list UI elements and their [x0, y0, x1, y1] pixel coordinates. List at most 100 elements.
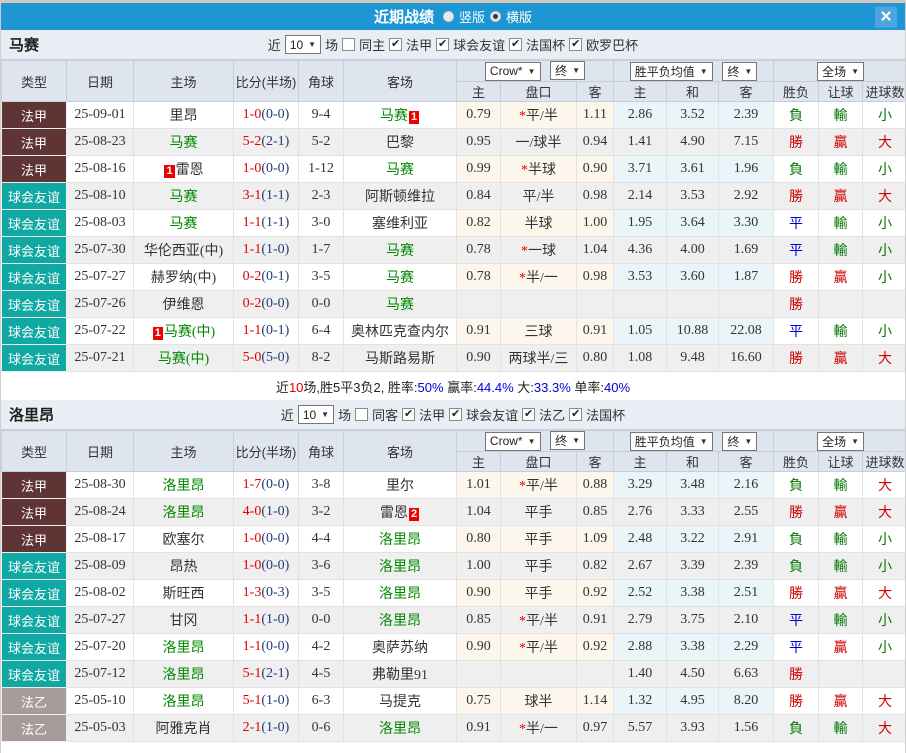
scope-dropdown[interactable]: 全场▼ — [817, 432, 864, 451]
team-label: 洛里昂 — [379, 587, 421, 602]
handicap-result-cell: 輸 — [819, 553, 863, 580]
home-odds-cell: 0.85 — [457, 607, 501, 634]
league-checkbox-label[interactable]: 球会友谊 — [466, 405, 518, 424]
summary-segment: 赢率: — [444, 380, 477, 395]
corner-cell: 4-2 — [299, 634, 344, 661]
table-row: 法甲25-08-23马赛5-2(2-1)5-2巴黎0.95一/球半0.941.4… — [2, 129, 906, 156]
corner-cell: 3-2 — [299, 499, 344, 526]
league-cell: 法甲 — [2, 129, 67, 156]
result-cell: 平 — [774, 210, 819, 237]
avg-lose-cell: 1.96 — [719, 156, 774, 183]
match-count-dropdown[interactable]: 10▼ — [298, 405, 334, 424]
home-team-cell: 马赛 — [134, 183, 234, 210]
odds-company-header: Crow*▼ 终▼ — [457, 431, 614, 452]
avg-draw-cell: 4.50 — [667, 661, 719, 688]
league-checkbox[interactable]: ✔ — [522, 408, 535, 421]
league-filters: ✔ 法甲 ✔ 球会友谊 ✔ 法国杯 ✔ 欧罗巴杯 — [389, 35, 638, 54]
score-cell: 4-0(1-0) — [234, 499, 299, 526]
table-row: 球会友谊25-07-221马赛(中)1-1(0-1)6-4奥林匹克查内尔0.91… — [2, 318, 906, 345]
league-checkbox[interactable]: ✔ — [389, 38, 402, 51]
team-label: 塞维利亚 — [372, 217, 428, 232]
col-header-corner: 角球 — [299, 61, 344, 102]
same-venue-label[interactable]: 同主 — [359, 35, 385, 54]
avg-win-cell: 1.95 — [614, 210, 667, 237]
date-cell: 25-07-30 — [67, 237, 134, 264]
league-checkbox-label[interactable]: 法乙 — [539, 405, 565, 424]
goals-result-cell — [863, 661, 906, 688]
vertical-layout-radio[interactable] — [443, 11, 454, 22]
league-checkbox[interactable]: ✔ — [509, 38, 522, 51]
home-odds-cell: 0.80 — [457, 526, 501, 553]
corner-cell: 6-3 — [299, 688, 344, 715]
average-odds-dropdown[interactable]: 胜平负均值▼ — [630, 62, 713, 81]
result-cell: 勝 — [774, 688, 819, 715]
same-venue-label[interactable]: 同客 — [372, 405, 398, 424]
away-team-cell: 马提克 — [344, 688, 457, 715]
odds-company-dropdown[interactable]: Crow*▼ — [485, 62, 541, 81]
odds-time-dropdown[interactable]: 终▼ — [550, 431, 585, 450]
team-label: 欧塞尔 — [163, 533, 205, 548]
summary-segment: 44.4% — [477, 380, 514, 395]
col-header-away: 客场 — [344, 431, 457, 472]
team-label: 阿斯顿维拉 — [365, 190, 435, 205]
table-row: 球会友谊25-08-09昂热1-0(0-0)3-6洛里昂1.00平手0.822.… — [2, 553, 906, 580]
league-cell: 球会友谊 — [2, 607, 67, 634]
away-team-cell: 阿斯顿维拉 — [344, 183, 457, 210]
league-checkbox-label[interactable]: 法国杯 — [526, 35, 565, 54]
league-checkbox-label[interactable]: 球会友谊 — [453, 35, 505, 54]
average-time-dropdown[interactable]: 终▼ — [722, 432, 757, 451]
team-label: 昂热 — [170, 560, 198, 575]
fulltime-score: 1-1 — [243, 215, 262, 230]
handicap-cell: 三球 — [501, 318, 577, 345]
league-checkbox[interactable]: ✔ — [449, 408, 462, 421]
average-time-dropdown[interactable]: 终▼ — [722, 62, 757, 81]
league-checkbox-label[interactable]: 法甲 — [419, 405, 445, 424]
score-cell: 1-0(0-0) — [234, 526, 299, 553]
handicap-result-cell: 贏 — [819, 580, 863, 607]
handicap-result-cell: 輸 — [819, 526, 863, 553]
sub-header-goals: 进球数 — [863, 452, 906, 472]
league-checkbox-label[interactable]: 法甲 — [406, 35, 432, 54]
result-cell: 平 — [774, 607, 819, 634]
team-label: 马赛(中) — [164, 325, 215, 340]
league-checkbox-label[interactable]: 法国杯 — [586, 405, 625, 424]
home-odds-cell: 0.78 — [457, 237, 501, 264]
average-odds-value: 胜平负均值 — [635, 433, 695, 450]
scope-dropdown[interactable]: 全场▼ — [817, 62, 864, 81]
fulltime-score: 1-7 — [243, 477, 262, 492]
same-venue-checkbox[interactable] — [342, 38, 355, 51]
same-venue-checkbox[interactable] — [355, 408, 368, 421]
away-odds-cell: 0.80 — [577, 345, 614, 372]
vertical-layout-label[interactable]: 竖版 — [459, 7, 485, 26]
handicap-result-cell: 輸 — [819, 318, 863, 345]
result-cell: 勝 — [774, 661, 819, 688]
horizontal-layout-radio[interactable] — [490, 11, 501, 22]
red-card-badge: 2 — [409, 508, 419, 521]
match-count-dropdown[interactable]: 10▼ — [285, 35, 321, 54]
league-checkbox[interactable]: ✔ — [569, 38, 582, 51]
home-odds-cell: 1.01 — [457, 472, 501, 499]
league-checkbox[interactable]: ✔ — [402, 408, 415, 421]
team-label: 阿雅克肖 — [156, 722, 212, 737]
goals-result-cell: 大 — [863, 183, 906, 210]
close-button[interactable]: ✕ — [875, 6, 897, 27]
halftime-score: (0-0) — [261, 531, 289, 546]
home-odds-cell: 0.82 — [457, 210, 501, 237]
league-checkbox[interactable]: ✔ — [569, 408, 582, 421]
away-odds-cell: 0.94 — [577, 129, 614, 156]
stats-table-lorient: 类型 日期 主场 比分(半场) 角球 客场 Crow*▼ 终▼ 胜平负均值▼ 终… — [1, 430, 906, 742]
scope-value: 全场 — [822, 433, 846, 450]
league-checkbox[interactable]: ✔ — [436, 38, 449, 51]
sub-header-away-odds: 客 — [577, 82, 614, 102]
team-label: 雷恩 — [176, 163, 204, 178]
league-cell: 球会友谊 — [2, 553, 67, 580]
odds-time-dropdown[interactable]: 终▼ — [550, 61, 585, 80]
team-label: 洛里昂 — [163, 479, 205, 494]
league-checkbox-label[interactable]: 欧罗巴杯 — [586, 35, 638, 54]
odds-company-dropdown[interactable]: Crow*▼ — [485, 432, 541, 451]
average-odds-dropdown[interactable]: 胜平负均值▼ — [630, 432, 713, 451]
red-card-badge: 1 — [409, 111, 419, 124]
handicap-result-cell — [819, 291, 863, 318]
horizontal-layout-label[interactable]: 横版 — [506, 7, 532, 26]
home-odds-cell: 0.75 — [457, 688, 501, 715]
